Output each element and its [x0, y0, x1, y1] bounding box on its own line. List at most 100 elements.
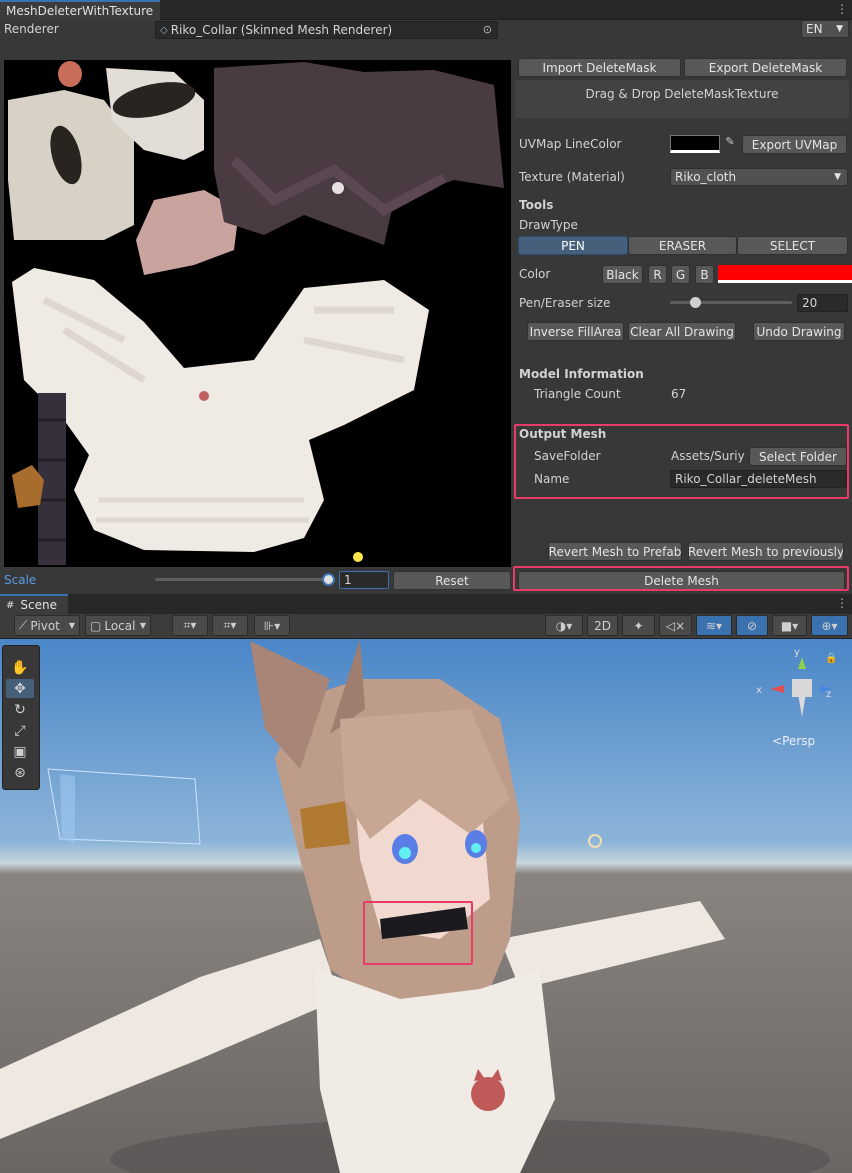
scale-tool-icon[interactable]: ⤢ — [6, 721, 34, 740]
axis-z-label: z — [826, 689, 832, 700]
language-dropdown[interactable]: EN ▼ — [801, 20, 849, 38]
camera-button[interactable]: ■▾ — [772, 615, 807, 636]
pen-size-label: Pen/Eraser size — [519, 296, 611, 310]
object-picker-icon[interactable]: ⊙ — [483, 23, 492, 36]
hand-tool-icon[interactable]: ✋ — [6, 658, 34, 677]
effects-button[interactable]: ≋▾ — [696, 615, 732, 636]
persp-arrow-icon: < — [772, 734, 783, 748]
rotate-tool-icon[interactable]: ↻ — [6, 700, 34, 719]
uvmap-color-field[interactable] — [670, 135, 720, 153]
revert-to-prefab-button[interactable]: Revert Mesh to Prefab — [548, 542, 682, 561]
triangle-count-value: 67 — [671, 387, 687, 401]
rect-tool-icon[interactable]: ▣ — [6, 742, 34, 761]
pen-color-swatch[interactable] — [718, 265, 852, 283]
scale-input[interactable]: 1 — [339, 571, 389, 589]
scene-tabbar — [0, 594, 852, 614]
uvmap-linecolor-label: UVMap LineColor — [519, 137, 622, 151]
mesh-renderer-icon: ◇ — [160, 24, 168, 36]
undo-drawing-button[interactable]: Undo Drawing — [753, 322, 845, 341]
persp-label[interactable]: <Persp — [772, 734, 815, 748]
axis-x-label: x — [756, 685, 762, 696]
toggle-2d-label: 2D — [594, 618, 611, 633]
scene-tab-label: Scene — [20, 598, 57, 612]
grid-snap-icon: ⌗▾ — [183, 618, 197, 632]
pivot-icon: ⟋ — [19, 618, 28, 632]
pivot-dropdown[interactable]: ⟋ Pivot ▼ — [14, 615, 80, 636]
lighting-button[interactable]: ✦ — [622, 615, 655, 636]
revert-to-previously-button[interactable]: Revert Mesh to previously — [688, 542, 844, 561]
scene-tab[interactable]: # Scene — [0, 594, 68, 614]
ruler-button[interactable]: ⊪▾ — [254, 615, 290, 636]
chevron-down-icon: ▼ — [68, 621, 75, 630]
chevron-down-icon: ▼ — [836, 24, 843, 34]
scale-slider-track[interactable] — [155, 578, 330, 581]
gizmos-button[interactable]: ⊕▾ — [811, 615, 848, 636]
local-label: Local — [104, 618, 136, 633]
scale-slider-handle[interactable] — [322, 573, 335, 586]
chevron-down-icon: ▼ — [139, 621, 146, 630]
camera-icon: ■▾ — [780, 618, 799, 633]
local-cube-icon: ▢ — [90, 618, 102, 633]
reset-button[interactable]: Reset — [393, 571, 511, 590]
window-tab[interactable]: MeshDeleterWithTexture — [0, 0, 160, 20]
scene-menu-icon[interactable]: ⋮ — [836, 596, 848, 610]
pen-size-input[interactable]: 20 — [797, 294, 848, 312]
color-black-button[interactable]: Black — [602, 265, 643, 284]
texture-dropdown-value: Riko_cloth — [675, 170, 737, 184]
renderer-field[interactable]: ◇ Riko_Collar (Skinned Mesh Renderer) ⊙ — [155, 21, 498, 39]
scale-label: Scale — [4, 573, 37, 587]
local-dropdown[interactable]: ▢ Local ▼ — [85, 615, 151, 636]
color-r-button[interactable]: R — [648, 265, 667, 284]
lock-icon[interactable]: 🔒 — [825, 653, 837, 664]
scene-view[interactable]: ✋ ✥ ↻ ⤢ ▣ ⊛ y x z 🔒 <Persp — [0, 639, 852, 1173]
texture-dropdown[interactable]: Riko_cloth ▼ — [670, 168, 848, 186]
tools-heading: Tools — [519, 198, 554, 212]
gizmo-globe-icon: ⊕▾ — [821, 618, 838, 633]
persp-text: Persp — [782, 734, 816, 748]
texture-preview[interactable] — [4, 60, 511, 567]
eyedropper-icon[interactable]: ✎ — [722, 135, 738, 153]
drop-area[interactable]: Drag & Drop DeleteMaskTexture — [515, 80, 849, 118]
window-menu-icon[interactable]: ⋮ — [836, 2, 848, 18]
audio-button[interactable]: ◁× — [659, 615, 692, 636]
drawtype-pen-tab[interactable]: PEN — [518, 236, 628, 255]
hidden-objects-button[interactable]: ⊘ — [736, 615, 768, 636]
export-uvmap-button[interactable]: Export UVMap — [742, 135, 847, 154]
effects-layers-icon: ≋▾ — [705, 618, 723, 633]
uv-texture-image — [8, 61, 504, 565]
scene-grid-icon: # — [6, 599, 15, 611]
transform-tool-icon[interactable]: ⊛ — [6, 763, 34, 782]
color-label: Color — [519, 267, 551, 281]
export-deletemask-button[interactable]: Export DeleteMask — [684, 58, 847, 77]
move-tool-icon[interactable]: ✥ — [6, 679, 34, 698]
drawtype-label: DrawType — [519, 218, 578, 232]
color-b-button[interactable]: B — [695, 265, 714, 284]
output-mesh-highlight — [514, 424, 849, 499]
pen-size-slider-track[interactable] — [670, 301, 792, 304]
language-value: EN — [806, 22, 823, 36]
color-g-button[interactable]: G — [671, 265, 690, 284]
lighting-icon: ✦ — [633, 618, 644, 633]
triangle-count-label: Triangle Count — [534, 387, 621, 401]
ruler-icon: ⊪▾ — [263, 618, 281, 633]
drawtype-eraser-tab[interactable]: ERASER — [628, 236, 737, 255]
inverse-fillarea-button[interactable]: Inverse FillArea — [527, 322, 624, 341]
grid-snap-button[interactable]: ⌗▾ — [172, 615, 208, 636]
audio-mute-icon: ◁× — [665, 618, 686, 633]
delete-mesh-highlight — [513, 566, 849, 591]
collar-highlight — [363, 901, 473, 965]
renderer-label: Renderer — [4, 22, 59, 36]
increment-snap-button[interactable]: ⌗▾ — [212, 615, 248, 636]
drop-hint-label: Drag & Drop DeleteMaskTexture — [585, 87, 779, 101]
shading-mode-button[interactable]: ◑▾ — [545, 615, 583, 636]
import-deletemask-button[interactable]: Import DeleteMask — [518, 58, 681, 77]
sphere-icon: ◑▾ — [555, 618, 573, 633]
drawtype-select-tab[interactable]: SELECT — [737, 236, 848, 255]
snap-icon: ⌗▾ — [223, 618, 237, 632]
pen-size-slider-handle[interactable] — [690, 297, 701, 308]
eye-slash-icon: ⊘ — [746, 618, 758, 633]
toggle-2d-button[interactable]: 2D — [587, 615, 618, 636]
pivot-label: Pivot — [30, 618, 60, 633]
clear-all-drawing-button[interactable]: Clear All Drawing — [628, 322, 736, 341]
chevron-down-icon: ▼ — [834, 172, 841, 182]
